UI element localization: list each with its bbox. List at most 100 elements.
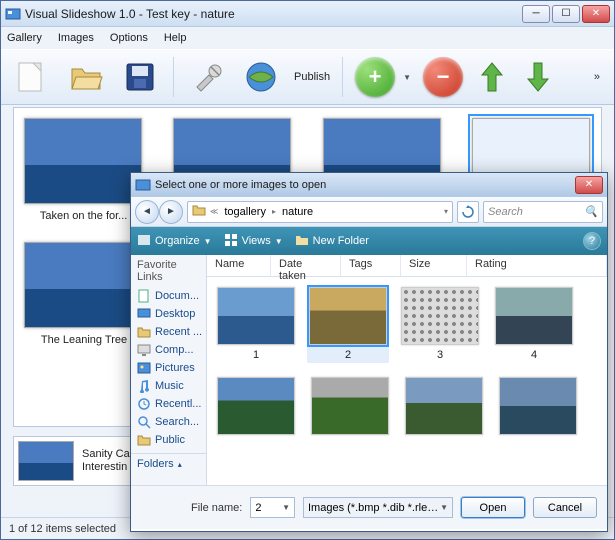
refresh-button[interactable] bbox=[457, 201, 479, 223]
help-button[interactable]: ? bbox=[583, 232, 601, 250]
new-gallery-button[interactable] bbox=[11, 56, 53, 98]
file-thumb[interactable] bbox=[215, 377, 297, 439]
searches-icon bbox=[137, 415, 151, 429]
open-button[interactable]: Open bbox=[461, 497, 525, 518]
organize-button[interactable]: Organize ▼ bbox=[137, 233, 212, 250]
main-title: Visual Slideshow 1.0 - Test key - nature bbox=[25, 7, 522, 21]
caret-down-icon: ▼ bbox=[275, 237, 283, 246]
filename-label: File name: bbox=[191, 502, 242, 514]
newfolder-button[interactable]: New Folder bbox=[295, 233, 369, 250]
col-date[interactable]: Date taken bbox=[271, 255, 341, 276]
col-size[interactable]: Size bbox=[401, 255, 467, 276]
move-down-button[interactable] bbox=[521, 57, 555, 97]
file-image bbox=[495, 287, 573, 345]
nav-row: ◄ ► ≪ togallery ▸ nature ▾ Search 🔍 bbox=[131, 197, 607, 227]
file-label: 3 bbox=[399, 349, 481, 361]
file-image bbox=[405, 377, 483, 435]
gallery-thumb[interactable]: The Leaning Tree bbox=[24, 242, 144, 346]
folder-icon bbox=[295, 233, 309, 250]
close-button[interactable]: ✕ bbox=[582, 5, 610, 23]
col-tags[interactable]: Tags bbox=[341, 255, 401, 276]
menu-images[interactable]: Images bbox=[58, 32, 94, 44]
file-label: 4 bbox=[493, 349, 575, 361]
pictures-icon bbox=[137, 361, 151, 375]
dialog-title: Select one or more images to open bbox=[155, 179, 575, 191]
fav-music[interactable]: Music bbox=[131, 377, 206, 395]
cancel-button[interactable]: Cancel bbox=[533, 497, 597, 518]
file-thumb[interactable] bbox=[403, 377, 485, 439]
remove-image-button[interactable]: − bbox=[423, 57, 463, 97]
fav-desktop[interactable]: Desktop bbox=[131, 305, 206, 323]
move-up-button[interactable] bbox=[475, 57, 509, 97]
menu-help[interactable]: Help bbox=[164, 32, 187, 44]
caret-down-icon: ▼ bbox=[204, 237, 212, 246]
views-button[interactable]: Views ▼ bbox=[224, 233, 283, 250]
music-icon bbox=[137, 379, 151, 393]
maximize-button[interactable]: ☐ bbox=[552, 5, 580, 23]
file-thumb[interactable] bbox=[497, 377, 579, 439]
fav-computer[interactable]: Comp... bbox=[131, 341, 206, 359]
detail-text: Sanity Ca Interestin bbox=[82, 448, 130, 474]
breadcrumb-dropdown[interactable]: ▾ bbox=[444, 207, 448, 216]
search-input[interactable]: Search 🔍 bbox=[483, 201, 603, 223]
file-thumb[interactable]: 1 bbox=[215, 287, 297, 361]
file-image bbox=[499, 377, 577, 435]
breadcrumb-seg[interactable]: nature bbox=[280, 206, 315, 218]
menu-gallery[interactable]: Gallery bbox=[7, 32, 42, 44]
detail-line2: Interestin bbox=[82, 461, 130, 474]
open-gallery-button[interactable] bbox=[65, 56, 107, 98]
breadcrumb[interactable]: ≪ togallery ▸ nature ▾ bbox=[187, 201, 453, 223]
fav-public[interactable]: Public bbox=[131, 431, 206, 449]
fav-pictures[interactable]: Pictures bbox=[131, 359, 206, 377]
fav-documents[interactable]: Docum... bbox=[131, 287, 206, 305]
add-dropdown-caret[interactable]: ▼ bbox=[403, 73, 411, 82]
add-image-button[interactable]: + bbox=[355, 57, 395, 97]
save-button[interactable] bbox=[119, 56, 161, 98]
nav-forward-button[interactable]: ► bbox=[159, 200, 183, 224]
publish-label: Publish bbox=[294, 71, 330, 83]
gallery-thumb[interactable]: Taken on the for... bbox=[24, 118, 143, 222]
toolbar-overflow[interactable]: » bbox=[590, 71, 604, 83]
chevron-icon: ≪ bbox=[210, 207, 218, 216]
dialog-bottom-row: File name: 2 ▼ Images (*.bmp *.dib *.rle… bbox=[131, 485, 607, 529]
main-titlebar: Visual Slideshow 1.0 - Test key - nature… bbox=[1, 1, 614, 27]
detail-line1: Sanity Ca bbox=[82, 448, 130, 461]
publish-button[interactable] bbox=[240, 56, 282, 98]
file-label: 1 bbox=[215, 349, 297, 361]
fav-recently-changed[interactable]: Recentl... bbox=[131, 395, 206, 413]
settings-button[interactable] bbox=[186, 56, 228, 98]
status-selected: 1 of 12 items selected bbox=[9, 523, 116, 535]
filename-input[interactable]: 2 ▼ bbox=[250, 497, 295, 518]
file-thumb[interactable]: 3 bbox=[399, 287, 481, 361]
file-thumb[interactable] bbox=[309, 377, 391, 439]
chevron-icon: ▸ bbox=[272, 207, 276, 216]
file-thumb-selected[interactable]: 2 bbox=[307, 285, 389, 363]
thumb-caption: Taken on the for... bbox=[24, 210, 143, 222]
toolbar-separator bbox=[173, 57, 174, 97]
fav-recent-places[interactable]: Recent ... bbox=[131, 323, 206, 341]
file-image bbox=[401, 287, 479, 345]
menu-options[interactable]: Options bbox=[110, 32, 148, 44]
folders-toggle[interactable]: Folders▴ bbox=[131, 453, 206, 474]
computer-icon bbox=[137, 343, 151, 357]
filter-select[interactable]: Images (*.bmp *.dib *.rle *.jpg * ▼ bbox=[303, 497, 453, 518]
col-name[interactable]: Name bbox=[207, 255, 271, 276]
dialog-titlebar: Select one or more images to open ✕ bbox=[131, 173, 607, 197]
views-label: Views bbox=[242, 235, 271, 247]
minimize-button[interactable]: ─ bbox=[522, 5, 550, 23]
dialog-close-button[interactable]: ✕ bbox=[575, 176, 603, 194]
toolbar: Publish + ▼ − » bbox=[1, 49, 614, 105]
dialog-icon bbox=[135, 177, 151, 193]
nav-back-button[interactable]: ◄ bbox=[135, 200, 159, 224]
file-image bbox=[311, 377, 389, 435]
fav-searches[interactable]: Search... bbox=[131, 413, 206, 431]
nav-arrows: ◄ ► bbox=[135, 200, 183, 224]
breadcrumb-seg[interactable]: togallery bbox=[222, 206, 268, 218]
organize-label: Organize bbox=[155, 235, 200, 247]
file-thumb[interactable]: 4 bbox=[493, 287, 575, 361]
col-rating[interactable]: Rating bbox=[467, 255, 607, 276]
views-icon bbox=[224, 233, 238, 250]
filter-value: Images (*.bmp *.dib *.rle *.jpg * bbox=[308, 502, 440, 514]
public-icon bbox=[137, 433, 151, 447]
newfolder-label: New Folder bbox=[313, 235, 369, 247]
